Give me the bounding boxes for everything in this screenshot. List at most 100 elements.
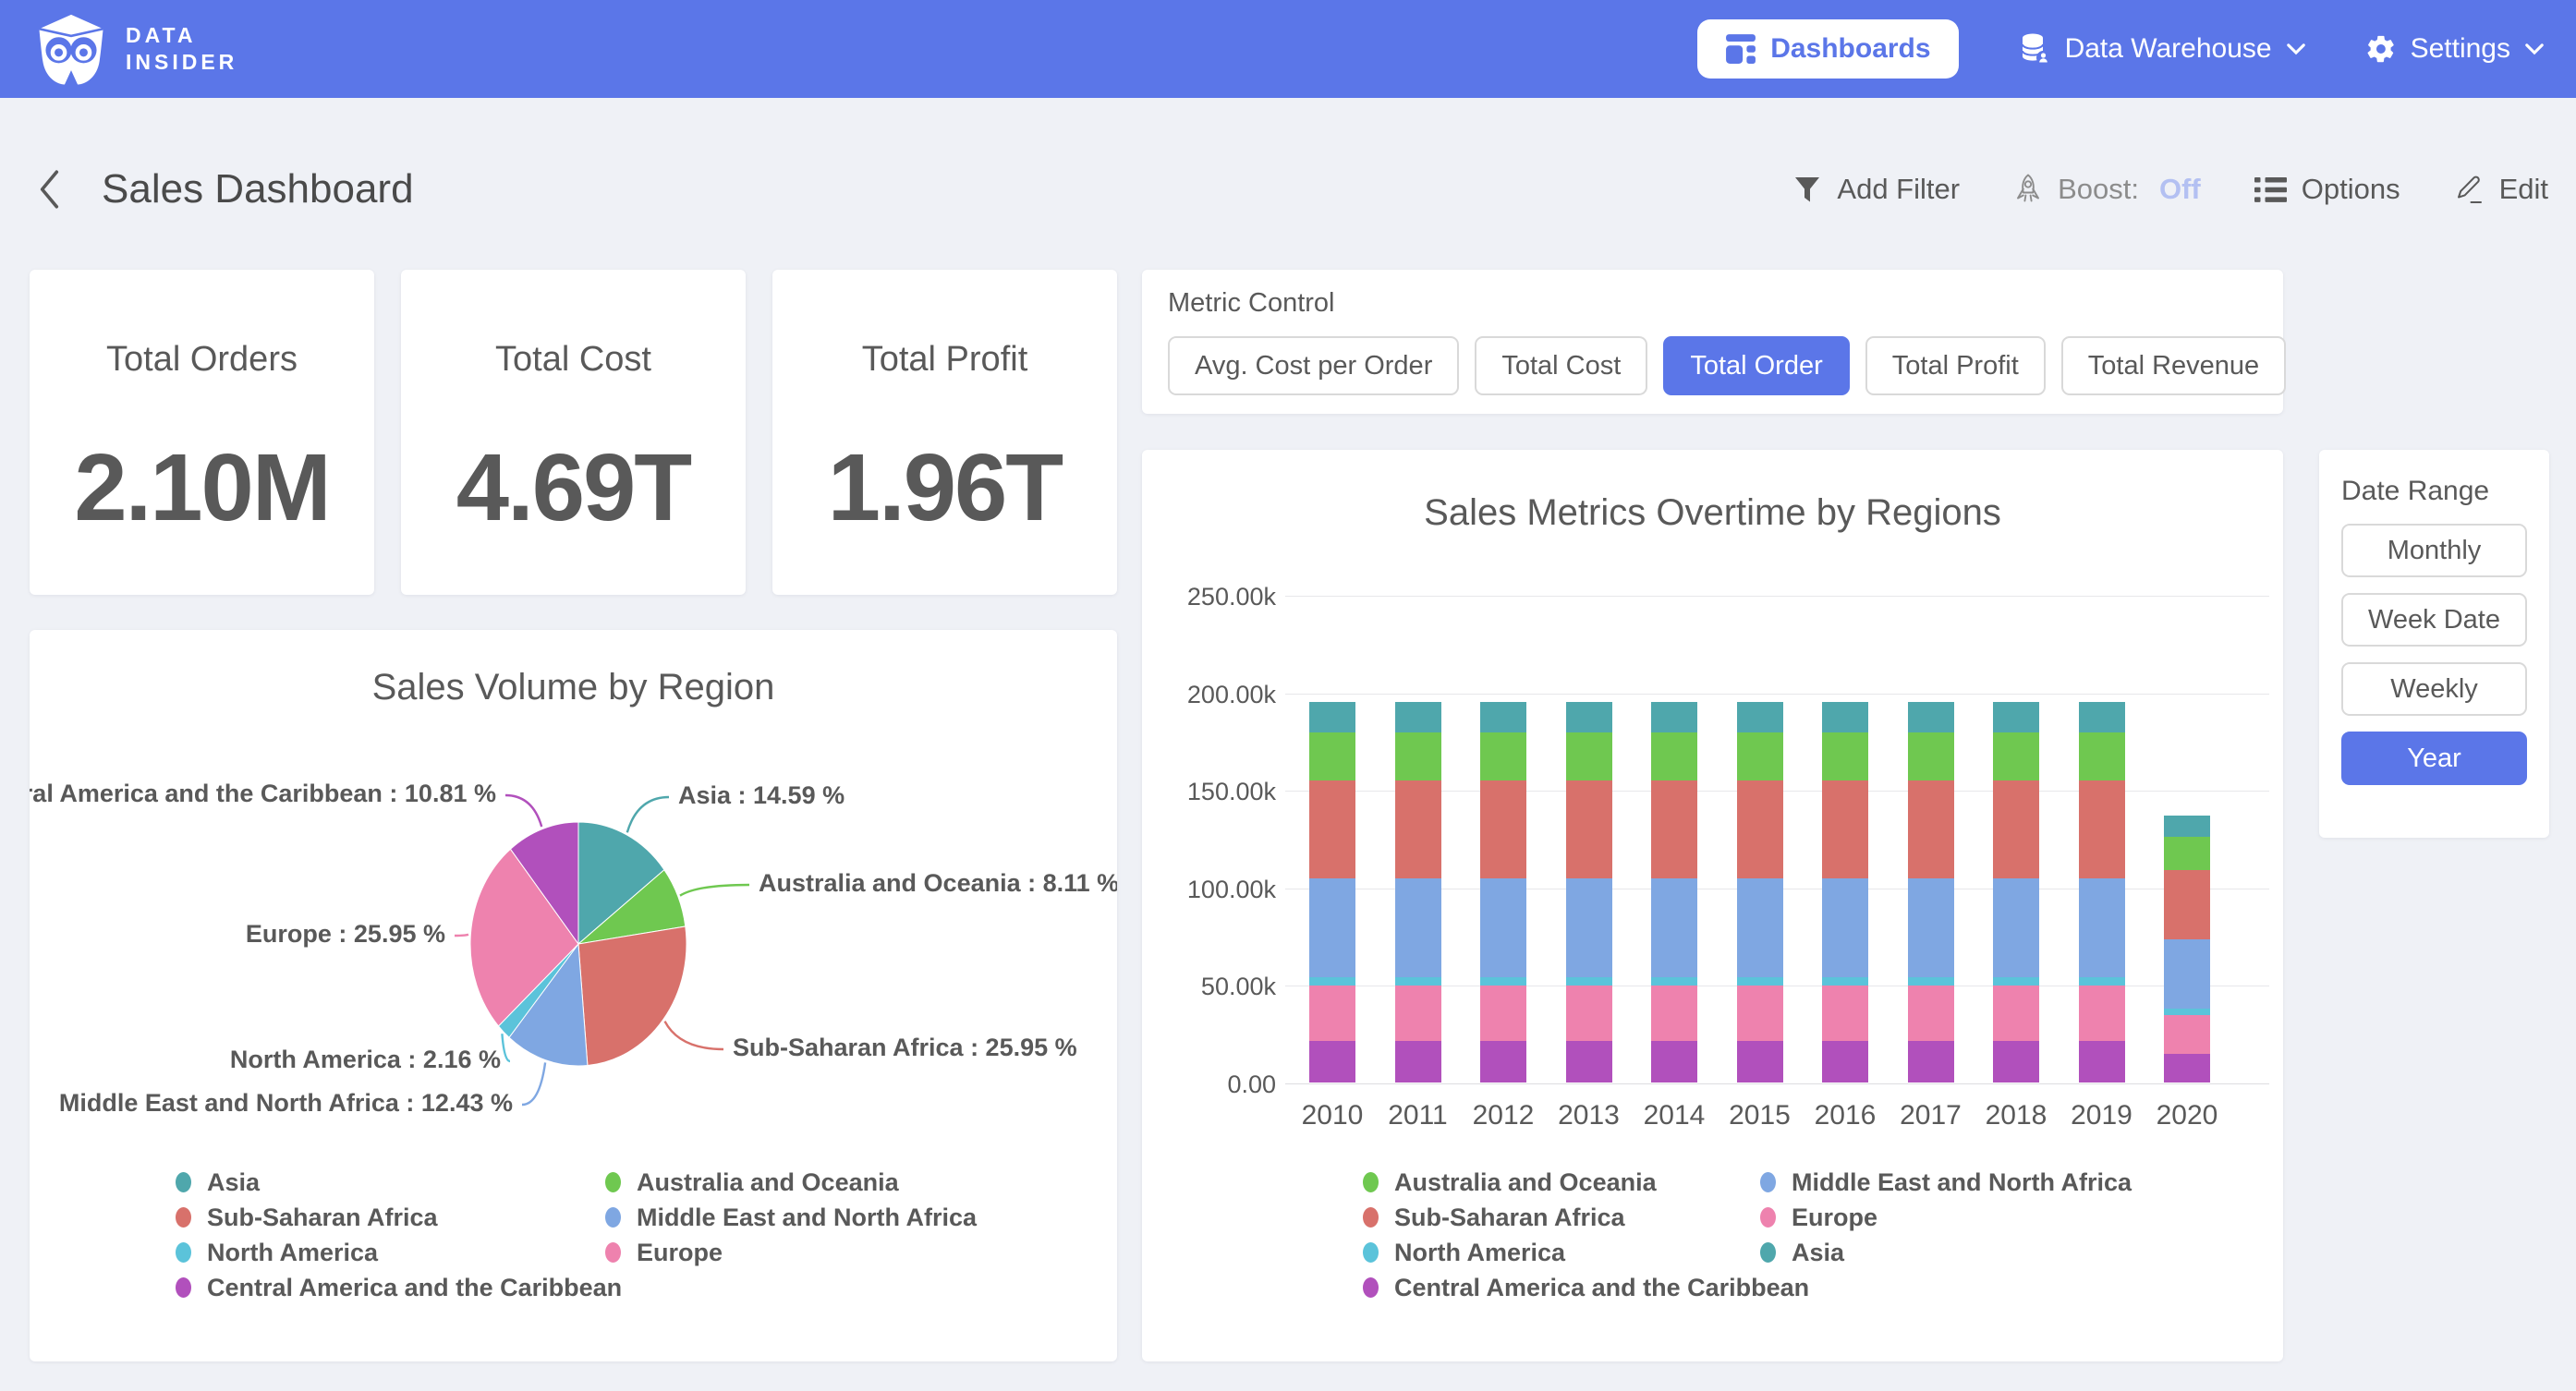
bar-segment-2018-europe[interactable] — [1993, 878, 2039, 977]
bar-segment-2011-north-america[interactable] — [1395, 977, 1441, 986]
bar-2017[interactable] — [1908, 702, 1954, 1083]
pie-legend-item-sub-saharan-africa[interactable]: Sub-Saharan Africa — [176, 1205, 622, 1229]
bar-segment-2013-europe[interactable] — [1566, 878, 1612, 977]
nav-item-dashboards[interactable]: Dashboards — [1697, 19, 1958, 79]
bar-segment-2012-sub-saharan-africa[interactable] — [1480, 780, 1526, 879]
bar-legend-item-australia-and-oceania[interactable]: Australia and Oceania — [1363, 1170, 1809, 1194]
pie-slice-sub-saharan-africa[interactable] — [578, 926, 687, 1066]
bar-segment-2013-asia[interactable] — [1566, 986, 1612, 1041]
bar-segment-2011-asia[interactable] — [1395, 986, 1441, 1041]
metric-button-total-order[interactable]: Total Order — [1663, 336, 1849, 395]
bar-segment-2015-middle-east-and-north-africa[interactable] — [1737, 732, 1783, 780]
bar-segment-2020-sub-saharan-africa[interactable] — [2164, 870, 2210, 939]
bar-segment-2010-europe[interactable] — [1309, 878, 1355, 977]
bar-segment-2013-central-america-and-the-caribbean[interactable] — [1566, 1041, 1612, 1083]
bar-legend-item-north-america[interactable]: North America — [1363, 1240, 1809, 1264]
bar-segment-2017-sub-saharan-africa[interactable] — [1908, 780, 1954, 879]
bar-segment-2016-sub-saharan-africa[interactable] — [1822, 780, 1868, 879]
bar-segment-2012-north-america[interactable] — [1480, 977, 1526, 986]
pie-legend-item-middle-east-and-north-africa[interactable]: Middle East and North Africa — [605, 1205, 977, 1229]
boost-toggle[interactable]: Boost:Off — [2013, 173, 2201, 207]
bar-2012[interactable] — [1480, 702, 1526, 1083]
pie-legend-item-central-america-and-the-caribbean[interactable]: Central America and the Caribbean — [176, 1276, 622, 1300]
bar-segment-2018-middle-east-and-north-africa[interactable] — [1993, 732, 2039, 780]
bar-segment-2017-europe[interactable] — [1908, 878, 1954, 977]
bar-segment-2011-australia-and-oceania[interactable] — [1395, 702, 1441, 732]
bar-segment-2019-middle-east-and-north-africa[interactable] — [2079, 732, 2125, 780]
bar-segment-2011-middle-east-and-north-africa[interactable] — [1395, 732, 1441, 780]
bar-segment-2014-middle-east-and-north-africa[interactable] — [1651, 732, 1697, 780]
bar-segment-2014-sub-saharan-africa[interactable] — [1651, 780, 1697, 879]
bar-segment-2014-north-america[interactable] — [1651, 977, 1697, 986]
options-button[interactable]: Options — [2254, 173, 2400, 206]
bar-legend-item-asia[interactable]: Asia — [1760, 1240, 2132, 1264]
bar-segment-2011-sub-saharan-africa[interactable] — [1395, 780, 1441, 879]
bar-segment-2020-central-america-and-the-caribbean[interactable] — [2164, 1054, 2210, 1083]
bar-segment-2016-middle-east-and-north-africa[interactable] — [1822, 732, 1868, 780]
bar-segment-2020-europe[interactable] — [2164, 939, 2210, 1009]
back-button[interactable] — [37, 168, 63, 211]
bar-segment-2014-asia[interactable] — [1651, 986, 1697, 1041]
bar-segment-2010-asia[interactable] — [1309, 986, 1355, 1041]
bar-segment-2018-australia-and-oceania[interactable] — [1993, 702, 2039, 732]
pie-legend-item-europe[interactable]: Europe — [605, 1240, 977, 1264]
bar-segment-2020-australia-and-oceania[interactable] — [2164, 816, 2210, 837]
bar-segment-2018-asia[interactable] — [1993, 986, 2039, 1041]
nav-item-settings[interactable]: Settings — [2365, 33, 2545, 65]
bar-segment-2015-north-america[interactable] — [1737, 977, 1783, 986]
bar-segment-2012-europe[interactable] — [1480, 878, 1526, 977]
bar-segment-2017-central-america-and-the-caribbean[interactable] — [1908, 1041, 1954, 1083]
bar-2019[interactable] — [2079, 702, 2125, 1083]
metric-button-total-profit[interactable]: Total Profit — [1865, 336, 2046, 395]
bar-2010[interactable] — [1309, 702, 1355, 1083]
bar-segment-2017-asia[interactable] — [1908, 986, 1954, 1041]
date-range-button-weekly[interactable]: Weekly — [2341, 662, 2527, 716]
date-range-button-week-date[interactable]: Week Date — [2341, 593, 2527, 647]
bar-2018[interactable] — [1993, 702, 2039, 1083]
bar-2011[interactable] — [1395, 702, 1441, 1083]
bar-segment-2010-australia-and-oceania[interactable] — [1309, 702, 1355, 732]
bar-segment-2017-north-america[interactable] — [1908, 977, 1954, 986]
bar-segment-2016-asia[interactable] — [1822, 986, 1868, 1041]
add-filter-button[interactable]: Add Filter — [1792, 173, 1960, 206]
bar-segment-2014-australia-and-oceania[interactable] — [1651, 702, 1697, 732]
bar-legend-item-central-america-and-the-caribbean[interactable]: Central America and the Caribbean — [1363, 1276, 1809, 1300]
bar-2015[interactable] — [1737, 702, 1783, 1083]
bar-segment-2017-australia-and-oceania[interactable] — [1908, 702, 1954, 732]
bar-segment-2012-middle-east-and-north-africa[interactable] — [1480, 732, 1526, 780]
bar-segment-2016-europe[interactable] — [1822, 878, 1868, 977]
bar-segment-2019-north-america[interactable] — [2079, 977, 2125, 986]
bar-segment-2012-asia[interactable] — [1480, 986, 1526, 1041]
bar-segment-2014-europe[interactable] — [1651, 878, 1697, 977]
bar-segment-2010-central-america-and-the-caribbean[interactable] — [1309, 1041, 1355, 1083]
bar-segment-2015-sub-saharan-africa[interactable] — [1737, 780, 1783, 879]
bar-segment-2015-asia[interactable] — [1737, 986, 1783, 1041]
metric-button-total-cost[interactable]: Total Cost — [1475, 336, 1647, 395]
bar-segment-2019-europe[interactable] — [2079, 878, 2125, 977]
bar-segment-2019-sub-saharan-africa[interactable] — [2079, 780, 2125, 879]
bar-segment-2015-central-america-and-the-caribbean[interactable] — [1737, 1041, 1783, 1083]
bar-segment-2020-asia[interactable] — [2164, 1015, 2210, 1054]
bar-segment-2015-europe[interactable] — [1737, 878, 1783, 977]
bar-segment-2010-middle-east-and-north-africa[interactable] — [1309, 732, 1355, 780]
bar-segment-2016-north-america[interactable] — [1822, 977, 1868, 986]
bar-segment-2018-central-america-and-the-caribbean[interactable] — [1993, 1041, 2039, 1083]
pie-legend-item-asia[interactable]: Asia — [176, 1170, 622, 1194]
edit-button[interactable]: Edit — [2454, 173, 2548, 206]
bar-segment-2019-asia[interactable] — [2079, 986, 2125, 1041]
bar-2020[interactable] — [2164, 816, 2210, 1083]
bar-segment-2014-central-america-and-the-caribbean[interactable] — [1651, 1041, 1697, 1083]
pie-legend-item-australia-and-oceania[interactable]: Australia and Oceania — [605, 1170, 977, 1194]
bar-segment-2013-australia-and-oceania[interactable] — [1566, 702, 1612, 732]
date-range-button-monthly[interactable]: Monthly — [2341, 524, 2527, 577]
bar-segment-2016-australia-and-oceania[interactable] — [1822, 702, 1868, 732]
metric-button-total-revenue[interactable]: Total Revenue — [2061, 336, 2286, 395]
bar-segment-2020-middle-east-and-north-africa[interactable] — [2164, 837, 2210, 870]
bar-segment-2013-sub-saharan-africa[interactable] — [1566, 780, 1612, 879]
bar-segment-2019-australia-and-oceania[interactable] — [2079, 702, 2125, 732]
bar-segment-2019-central-america-and-the-caribbean[interactable] — [2079, 1041, 2125, 1083]
metric-button-avg-cost-per-order[interactable]: Avg. Cost per Order — [1168, 336, 1459, 395]
bar-segment-2012-australia-and-oceania[interactable] — [1480, 702, 1526, 732]
bar-segment-2017-middle-east-and-north-africa[interactable] — [1908, 732, 1954, 780]
bar-segment-2015-australia-and-oceania[interactable] — [1737, 702, 1783, 732]
